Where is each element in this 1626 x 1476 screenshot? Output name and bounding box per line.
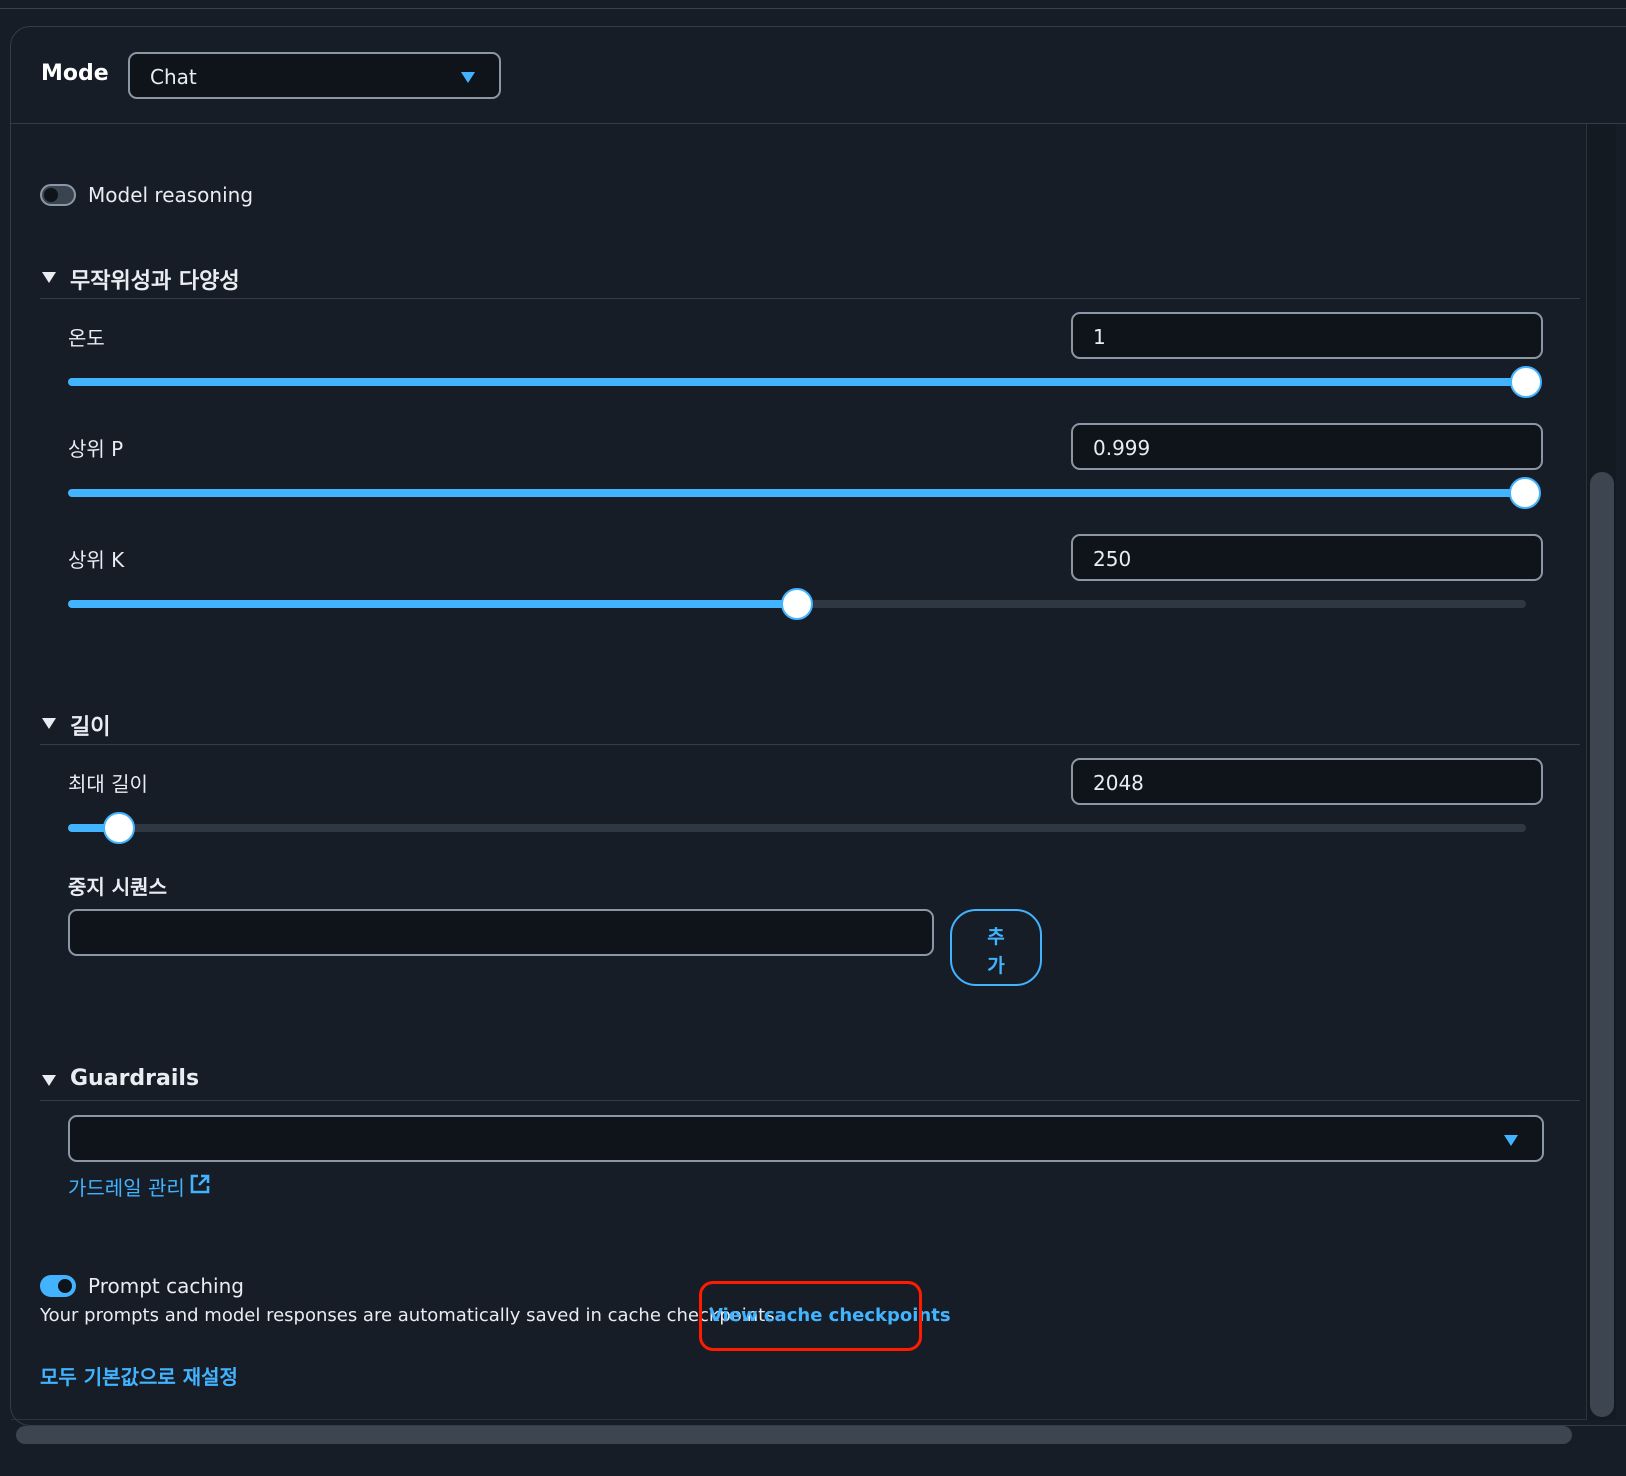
caret-down-icon[interactable] <box>42 1075 56 1086</box>
temperature-label: 온도 <box>68 326 105 350</box>
mode-label: Mode <box>41 61 109 86</box>
horizontal-scrollbar-thumb[interactable] <box>16 1426 1572 1444</box>
caret-down-icon[interactable] <box>42 272 56 283</box>
slider-handle[interactable] <box>103 812 136 844</box>
settings-panel <box>10 26 1626 1426</box>
slider-fill <box>68 378 1526 386</box>
chevron-down-icon <box>1504 1135 1518 1146</box>
reset-all-link[interactable]: 모두 기본값으로 재설정 <box>40 1361 238 1390</box>
prompt-caching-description: Your prompts and model responses are aut… <box>40 1305 775 1326</box>
top-divider <box>0 8 1626 9</box>
top-p-input[interactable]: 0.999 <box>1071 423 1543 470</box>
highlight-box <box>699 1281 922 1351</box>
top-k-label: 상위 K <box>68 548 125 572</box>
guardrails-select[interactable] <box>68 1115 1544 1162</box>
temperature-slider[interactable] <box>68 366 1542 398</box>
slider-handle[interactable] <box>781 588 813 620</box>
toggle-knob <box>58 1279 72 1293</box>
temperature-value: 1 <box>1093 325 1106 349</box>
top-k-input[interactable]: 250 <box>1071 534 1543 581</box>
prompt-caching-label: Prompt caching <box>88 1274 244 1298</box>
slider-fill <box>68 489 1525 497</box>
section-divider <box>40 1100 1580 1101</box>
slider-fill <box>68 600 797 608</box>
vertical-scrollbar-thumb[interactable] <box>1590 472 1614 1417</box>
chevron-down-icon <box>461 72 475 83</box>
model-reasoning-toggle[interactable] <box>40 184 76 206</box>
top-k-slider[interactable] <box>68 588 1526 620</box>
max-length-label: 최대 길이 <box>68 772 148 796</box>
section-title-randomness[interactable]: 무작위성과 다양성 <box>70 263 240 295</box>
bottom-divider <box>11 1419 1586 1420</box>
add-button-label-2: 가 <box>987 954 1005 977</box>
prompt-caching-toggle[interactable] <box>40 1275 76 1297</box>
toggle-knob <box>44 188 58 202</box>
top-p-label: 상위 P <box>68 437 124 461</box>
add-stop-sequence-button[interactable]: 추가 <box>950 909 1042 986</box>
slider-handle[interactable] <box>1510 366 1542 398</box>
mode-select[interactable]: Chat <box>128 52 501 99</box>
max-length-input[interactable]: 2048 <box>1071 758 1543 805</box>
slider-handle[interactable] <box>1508 477 1541 509</box>
stop-sequences-label: 중지 시퀀스 <box>68 875 167 899</box>
add-button-label-1: 추 <box>987 925 1005 948</box>
top-p-slider[interactable] <box>68 477 1541 509</box>
top-k-value: 250 <box>1093 547 1132 571</box>
mode-select-value: Chat <box>150 65 197 89</box>
stop-sequence-input[interactable] <box>68 909 934 956</box>
panel-header: Mode Chat <box>11 27 1626 124</box>
section-divider <box>40 744 1580 745</box>
caret-down-icon[interactable] <box>42 718 56 729</box>
temperature-input[interactable]: 1 <box>1071 312 1543 359</box>
model-reasoning-label: Model reasoning <box>88 183 254 207</box>
manage-guardrails-link[interactable]: 가드레일 관리 <box>68 1172 185 1201</box>
max-length-value: 2048 <box>1093 771 1144 795</box>
section-title-guardrails[interactable]: Guardrails <box>70 1066 199 1091</box>
external-link-icon[interactable] <box>189 1173 211 1195</box>
max-length-slider[interactable] <box>68 812 1526 844</box>
top-p-value: 0.999 <box>1093 436 1151 460</box>
section-title-length[interactable]: 길이 <box>70 709 110 741</box>
section-divider <box>40 298 1580 299</box>
